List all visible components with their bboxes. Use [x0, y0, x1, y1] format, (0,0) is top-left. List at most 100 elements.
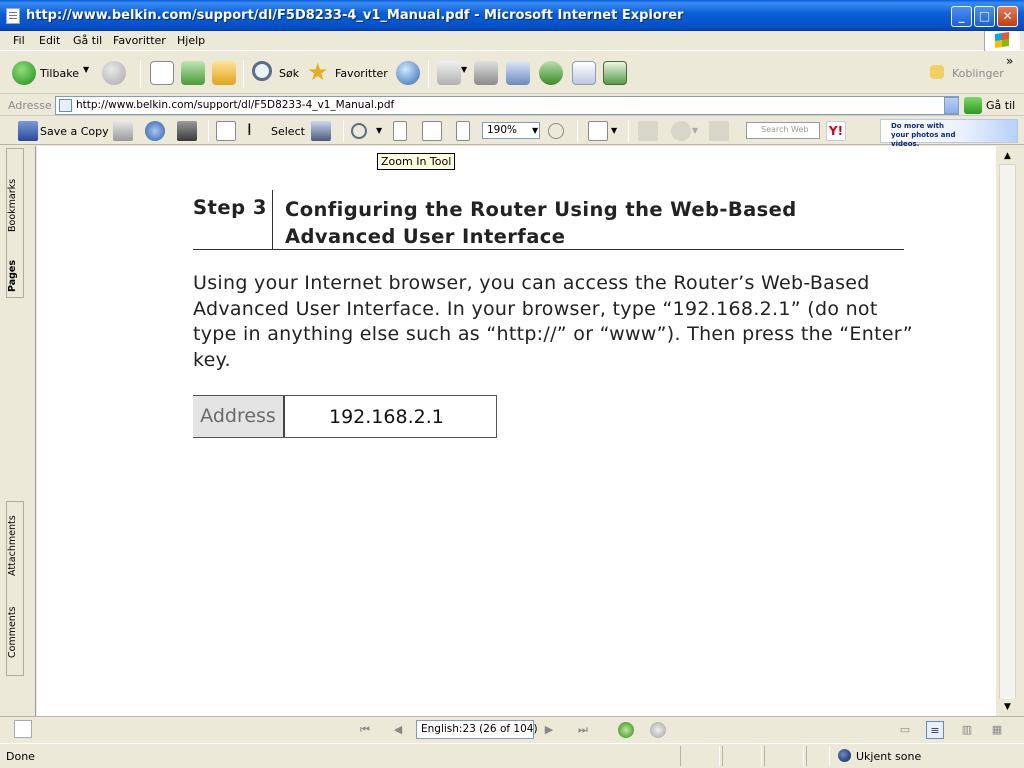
page-icon — [59, 99, 72, 112]
illustration-address-label: Address — [193, 396, 285, 437]
scroll-up-icon[interactable]: ▲ — [999, 148, 1016, 165]
actual-size-icon[interactable] — [393, 121, 407, 141]
continuous-icon[interactable]: ≡ — [926, 721, 944, 739]
zoom-in-icon[interactable] — [351, 123, 367, 139]
menu-edit[interactable]: Edit — [39, 34, 60, 47]
media-icon[interactable] — [396, 61, 420, 85]
address-label: Adresse — [8, 99, 52, 112]
previous-page-icon[interactable]: ◀ — [389, 721, 407, 739]
back-dropdown-icon[interactable]: ▼ — [83, 65, 89, 74]
menu-favorites[interactable]: Favoritter — [113, 34, 166, 47]
find-binoculars-icon[interactable] — [177, 121, 197, 141]
previous-view-icon[interactable] — [618, 722, 634, 738]
tools-icon[interactable] — [671, 121, 691, 141]
home-icon[interactable] — [212, 61, 236, 85]
step-label: Step 3 — [193, 196, 267, 219]
yahoo-logo-icon[interactable]: Y! — [826, 121, 846, 141]
research-icon[interactable] — [572, 61, 596, 85]
title-bar: http://www.belkin.com/support/dl/F5D8233… — [0, 0, 1024, 31]
go-label[interactable]: Gå til — [986, 99, 1015, 112]
select-label[interactable]: Select — [271, 125, 305, 138]
address-illustration: Address 192.168.2.1 — [193, 395, 497, 438]
go-arrow-icon[interactable] — [964, 97, 982, 114]
security-zone-label: Ukjent sone — [856, 750, 922, 763]
layout-dropdown-icon[interactable]: ▼ — [611, 126, 617, 135]
forward-arrow-icon[interactable] — [102, 61, 126, 85]
document-icon — [6, 8, 20, 24]
window-title: http://www.belkin.com/support/dl/F5D8233… — [26, 8, 684, 23]
heading-rule — [193, 249, 904, 250]
zoom-value-dropdown-icon[interactable]: ▼ — [532, 126, 538, 135]
fit-width-icon[interactable] — [456, 121, 470, 141]
select-cursor-icon[interactable]: I — [247, 121, 267, 141]
tab-attachments[interactable]: Attachments — [7, 515, 18, 576]
menu-file[interactable]: Fil — [13, 34, 25, 47]
fit-page-icon[interactable] — [422, 121, 442, 141]
single-page-icon[interactable]: ▭ — [896, 721, 914, 739]
vertical-scrollbar[interactable]: ▲ ▼ — [996, 146, 1024, 716]
promo-banner[interactable]: Do more with your photos and videos. — [880, 119, 1018, 148]
print-icon[interactable] — [474, 61, 498, 85]
email-icon[interactable] — [145, 121, 165, 141]
edit-icon[interactable] — [506, 61, 530, 85]
continuous-facing-icon[interactable]: ▦ — [988, 721, 1006, 739]
print-icon[interactable] — [113, 121, 133, 141]
minimize-button[interactable]: _ — [951, 6, 972, 27]
tab-pages[interactable]: Pages — [7, 260, 18, 292]
pdf-navigation-bar: ⏮ ◀ English:23 (26 of 104) ▶ ⏭ ▭ ≡ ▥ ▦ — [0, 716, 1024, 742]
back-label[interactable]: Tilbake — [40, 67, 79, 80]
window-icon[interactable] — [603, 61, 627, 85]
save-disk-icon[interactable] — [18, 121, 38, 141]
snapshot-icon[interactable] — [311, 121, 331, 141]
search-icon[interactable] — [252, 61, 272, 81]
page-layout-icon[interactable] — [588, 121, 608, 141]
stop-icon[interactable] — [150, 61, 174, 85]
menu-bar: Fil Edit Gå til Favoritter Hjelp — [0, 31, 1024, 51]
mail-dropdown-icon[interactable]: ▼ — [461, 65, 467, 74]
favorites-label[interactable]: Favoritter — [335, 67, 388, 80]
next-page-icon[interactable]: ▶ — [540, 721, 558, 739]
menu-go[interactable]: Gå til — [73, 34, 102, 47]
last-page-icon[interactable]: ⏭ — [574, 721, 592, 739]
page-thumb-icon[interactable] — [14, 720, 32, 738]
illustration-ip-value: 192.168.2.1 — [329, 406, 444, 428]
toolbar-divider — [140, 60, 141, 88]
status-text: Done — [6, 750, 35, 763]
search-label[interactable]: Søk — [279, 67, 299, 80]
save-copy-label[interactable]: Save a Copy — [40, 125, 109, 138]
scroll-down-icon[interactable]: ▼ — [999, 699, 1016, 716]
first-page-icon[interactable]: ⏮ — [356, 721, 374, 739]
address-input[interactable]: http://www.belkin.com/support/dl/F5D8233… — [55, 96, 959, 115]
refresh-icon[interactable] — [181, 61, 205, 85]
toolbar-divider — [243, 60, 244, 88]
next-view-icon[interactable] — [650, 722, 666, 738]
menu-help[interactable]: Hjelp — [177, 34, 205, 47]
address-dropdown-icon[interactable] — [944, 97, 959, 114]
favorites-star-icon[interactable]: ★ — [307, 60, 331, 84]
tab-bookmarks[interactable]: Bookmarks — [7, 179, 18, 232]
tools-dropdown-icon[interactable]: ▼ — [692, 126, 698, 135]
mail-icon[interactable] — [437, 61, 461, 85]
pdf-document-view[interactable]: Zoom In Tool Step 3 Configuring the Rout… — [37, 146, 996, 716]
help-icon[interactable] — [709, 121, 729, 141]
rotate-icon[interactable] — [638, 121, 658, 141]
more-chevron-icon[interactable]: » — [1006, 54, 1013, 68]
facing-icon[interactable]: ▥ — [958, 721, 976, 739]
status-panel — [722, 746, 762, 766]
zoom-dropdown-icon[interactable]: ▼ — [376, 126, 382, 135]
windows-logo — [984, 31, 1020, 51]
messenger-icon[interactable] — [539, 61, 563, 85]
hand-tool-icon[interactable] — [216, 121, 236, 141]
search-web-field[interactable]: Search Web — [746, 122, 820, 139]
back-arrow-icon[interactable] — [12, 61, 36, 85]
instruction-paragraph: Using your Internet browser, you can acc… — [193, 272, 913, 371]
links-label[interactable]: Koblinger — [952, 67, 1004, 80]
tab-comments[interactable]: Comments — [7, 607, 18, 659]
address-url[interactable]: http://www.belkin.com/support/dl/F5D8233… — [76, 99, 394, 111]
standard-toolbar: Tilbake ▼ Søk ★ Favoritter ▼ Koblinger » — [0, 52, 1024, 94]
scroll-track[interactable] — [999, 164, 1016, 704]
zoom-plus-icon[interactable] — [548, 123, 564, 139]
maximize-button[interactable]: □ — [974, 6, 995, 27]
close-button[interactable]: ✕ — [997, 6, 1018, 27]
page-number-field[interactable]: English:23 (26 of 104) — [416, 720, 538, 739]
